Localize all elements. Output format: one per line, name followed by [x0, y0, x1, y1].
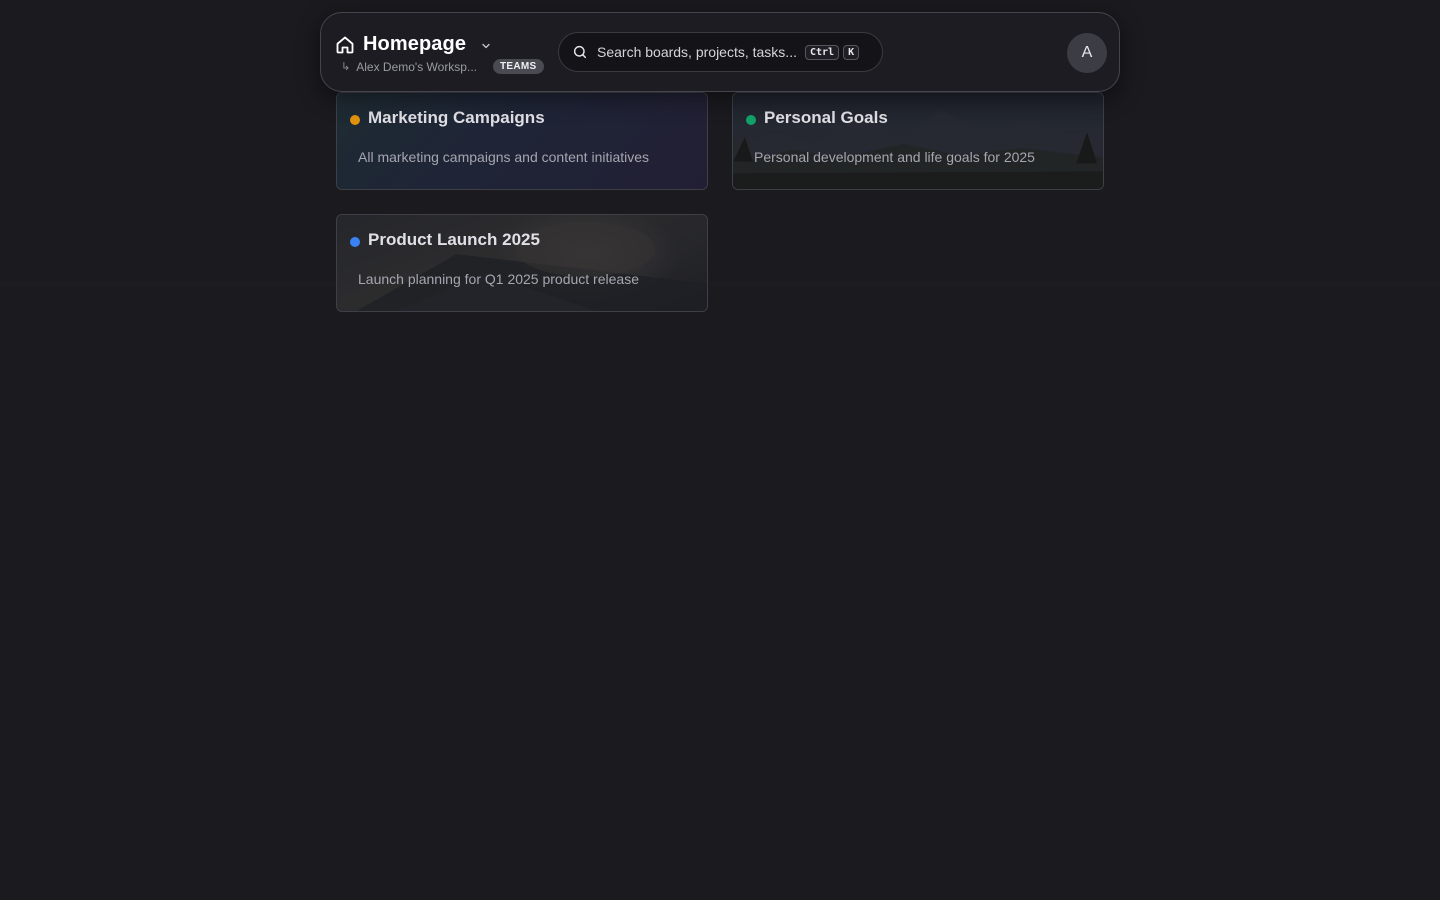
avatar[interactable]: A: [1067, 33, 1107, 73]
page-title: Homepage: [363, 33, 467, 55]
home-icon: [335, 35, 355, 55]
page: Homepage ↳ Alex Demo's Worksp... TEAMS S…: [0, 0, 1440, 900]
board-card-marketing-campaigns[interactable]: Marketing Campaigns All marketing campai…: [336, 92, 708, 190]
status-dot: [746, 115, 756, 125]
search-input[interactable]: Search boards, projects, tasks... Ctrl K: [558, 32, 883, 72]
status-dot: [350, 237, 360, 247]
teams-badge: TEAMS: [493, 59, 544, 74]
board-card-product-launch-2025[interactable]: Product Launch 2025 Launch planning for …: [336, 214, 708, 312]
top-header: Homepage ↳ Alex Demo's Worksp... TEAMS S…: [320, 12, 1120, 92]
workspace-name: Alex Demo's Worksp...: [356, 59, 477, 74]
board-description: Personal development and life goals for …: [754, 149, 1035, 165]
shortcut-key-k: K: [843, 44, 860, 60]
chevron-down-icon: [474, 37, 492, 52]
search-placeholder: Search boards, projects, tasks...: [597, 44, 797, 60]
subdirectory-arrow-icon: ↳: [341, 61, 351, 73]
board-title: Personal Goals: [764, 108, 888, 127]
board-description: Launch planning for Q1 2025 product rele…: [358, 271, 639, 287]
status-dot: [350, 115, 360, 125]
board-description: All marketing campaigns and content init…: [358, 149, 650, 165]
board-title: Product Launch 2025: [368, 230, 540, 249]
board-title: Marketing Campaigns: [368, 108, 545, 127]
board-card-personal-goals[interactable]: Personal Goals Personal development and …: [732, 92, 1104, 190]
workspace-breadcrumb[interactable]: ↳ Alex Demo's Worksp... TEAMS: [341, 59, 544, 74]
shortcut-key-ctrl: Ctrl: [804, 44, 840, 60]
homepage-dropdown[interactable]: Homepage: [335, 33, 492, 56]
search-icon: [572, 44, 588, 60]
